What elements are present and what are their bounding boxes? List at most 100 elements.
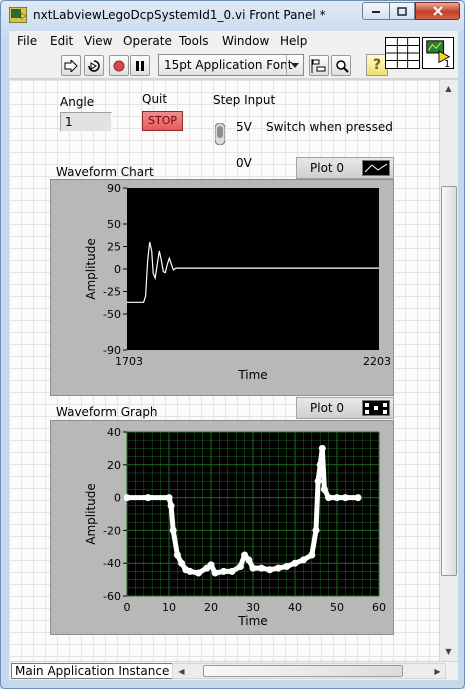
data-point (283, 562, 291, 570)
x-tick-label: 30 (246, 601, 260, 614)
x-tick-label: 20 (204, 601, 218, 614)
y-tick-label: 40 (107, 426, 121, 439)
status-bar: Main Application Instance ◀ ▶ (9, 662, 458, 680)
y-tick-label: -50 (103, 308, 121, 321)
run-button[interactable] (61, 55, 81, 76)
stop-button[interactable]: STOP (142, 111, 183, 131)
data-point (274, 564, 282, 572)
y-tick-label: 25 (107, 241, 121, 254)
y-tick-label: -25 (103, 286, 121, 299)
front-panel: Angle 1 Quit STOP Step Input 5V 0V Switc… (9, 80, 439, 661)
align-objects-button[interactable] (309, 55, 329, 76)
close-button[interactable] (415, 2, 460, 20)
chart-plot-legend[interactable]: Plot 0 (296, 157, 394, 179)
graph-plot-legend[interactable]: Plot 0 (296, 397, 394, 419)
waveform-chart-label: Waveform Chart (56, 165, 154, 179)
data-point (266, 566, 274, 574)
menu-view[interactable]: View (84, 34, 112, 48)
scroll-left-icon[interactable]: ◀ (173, 663, 190, 679)
pause-button[interactable] (130, 55, 150, 76)
distribute-objects-button[interactable] (331, 55, 351, 76)
x-tick-label: 2203 (363, 355, 391, 368)
graph-legend-name: Plot 0 (310, 401, 345, 415)
minimize-icon (372, 11, 380, 13)
menu-edit[interactable]: Edit (50, 34, 73, 48)
data-point (245, 556, 253, 564)
waveform-chart[interactable]: 9050250-25-50-901703 2203TimeAmplitude (51, 180, 393, 395)
data-point (325, 494, 333, 502)
x-tick-label: 50 (330, 601, 344, 614)
y-tick-label: 0 (114, 492, 121, 505)
data-point (320, 485, 328, 493)
y-axis-label: Amplitude (84, 238, 98, 300)
x-tick-label: 10 (162, 601, 176, 614)
data-point (333, 494, 341, 502)
vertical-scroll-thumb[interactable] (441, 186, 457, 576)
data-point (123, 494, 131, 502)
vi-icon-number: 1 (444, 59, 451, 70)
data-point (167, 502, 175, 510)
plot-area (127, 188, 379, 350)
data-point (291, 559, 299, 567)
data-point (228, 567, 236, 575)
run-arrow-icon (64, 59, 78, 72)
scroll-right-icon[interactable]: ▶ (429, 663, 446, 679)
horizontal-scrollbar[interactable]: ◀ ▶ (172, 663, 446, 679)
y-tick-label: -20 (103, 524, 121, 537)
maximize-icon (397, 6, 407, 16)
data-point (312, 526, 320, 534)
chart-legend-swatch (362, 160, 390, 176)
quit-label: Quit (142, 92, 168, 106)
graph-legend-swatch (362, 400, 390, 416)
data-point (316, 461, 324, 469)
run-continuously-button[interactable] (84, 55, 104, 76)
data-point (314, 477, 322, 485)
menu-help[interactable]: Help (280, 34, 307, 48)
data-point (165, 494, 173, 502)
run-continuously-icon (88, 59, 100, 72)
data-point (207, 561, 215, 569)
y-tick-label: 20 (107, 459, 121, 472)
chart-legend-name: Plot 0 (310, 161, 345, 175)
switch-mode-label: Switch when pressed (266, 120, 393, 134)
y-tick-label: 90 (107, 182, 121, 195)
font-name: 15pt Application Font (164, 58, 293, 72)
data-point (194, 569, 202, 577)
data-point (169, 526, 177, 534)
labview-vi-icon (9, 7, 27, 23)
front-panel-window: nxtLabviewLegoDcpSystemId1_0.vi Front Pa… (0, 0, 465, 689)
data-point (249, 564, 257, 572)
text-settings-dropdown[interactable]: 15pt Application Font (158, 54, 304, 76)
y-tick-label: 50 (107, 218, 121, 231)
scroll-down-icon[interactable]: ▼ (440, 643, 457, 660)
angle-indicator: 1 (60, 112, 112, 132)
x-tick-label: 40 (288, 601, 302, 614)
data-point (186, 567, 194, 575)
x-axis-label: Time (237, 614, 267, 628)
y-tick-label: -60 (103, 590, 121, 603)
y-axis-label: Amplitude (84, 483, 98, 545)
menu-operate[interactable]: Operate (123, 34, 172, 48)
connector-pane-icon[interactable] (385, 37, 420, 69)
step-on-label: 5V (236, 120, 252, 134)
menu-tools[interactable]: Tools (179, 34, 209, 48)
data-point (220, 567, 228, 575)
maximize-button[interactable] (389, 2, 415, 20)
x-tick-label: 1703 (115, 355, 143, 368)
data-point (173, 551, 181, 559)
menu-file[interactable]: File (17, 34, 37, 48)
scroll-up-icon[interactable]: ▲ (440, 80, 457, 97)
minimize-button[interactable] (362, 2, 389, 20)
data-point (211, 569, 219, 577)
close-icon (432, 6, 443, 16)
abort-button[interactable] (109, 55, 129, 76)
menu-window[interactable]: Window (222, 34, 269, 48)
title-bar[interactable]: nxtLabviewLegoDcpSystemId1_0.vi Front Pa… (1, 1, 464, 31)
step-input-toggle[interactable] (215, 123, 225, 145)
x-tick-label: 60 (372, 601, 386, 614)
vertical-scrollbar[interactable]: ▲ ▼ (439, 80, 458, 661)
horizontal-scroll-thumb[interactable] (203, 665, 403, 677)
window-title: nxtLabviewLegoDcpSystemId1_0.vi Front Pa… (33, 8, 326, 22)
waveform-chart-frame: 90 50 25 0 -25 -50 -90 1703 2203 Time Amplitude (50, 179, 394, 396)
waveform-graph[interactable]: 40200-20-40-600 10 20 30 40 50 60TimeAmplitude (51, 421, 393, 634)
